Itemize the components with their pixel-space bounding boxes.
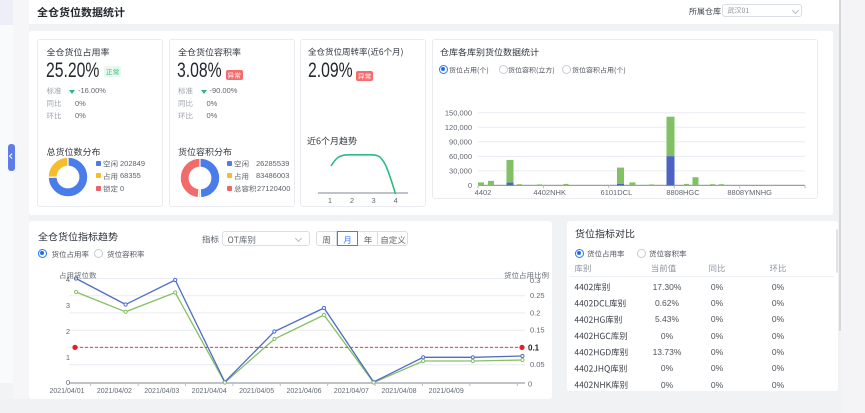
svg-text:0.25: 0.25 xyxy=(530,291,545,300)
svg-text:2021/04/04: 2021/04/04 xyxy=(192,388,227,395)
svg-text:2: 2 xyxy=(66,327,70,336)
svg-text:0: 0 xyxy=(66,378,70,387)
svg-text:2021/04/09: 2021/04/09 xyxy=(429,388,464,395)
svg-text:2021/04/05: 2021/04/05 xyxy=(239,388,274,395)
svg-text:3: 3 xyxy=(66,301,70,310)
svg-text:4402NHK: 4402NHK xyxy=(533,188,566,197)
svg-text:8808HGC: 8808HGC xyxy=(666,188,700,197)
svg-text:4: 4 xyxy=(66,275,70,284)
svg-text:150,000: 150,000 xyxy=(445,109,472,118)
svg-text:2021/04/06: 2021/04/06 xyxy=(286,388,321,395)
svg-text:0: 0 xyxy=(468,181,472,190)
svg-text:30,000: 30,000 xyxy=(449,167,472,176)
svg-text:90,000: 90,000 xyxy=(449,138,472,147)
svg-text:0: 0 xyxy=(528,380,532,389)
svg-text:0.3: 0.3 xyxy=(530,276,540,285)
svg-text:8808YMNHG: 8808YMNHG xyxy=(727,188,772,197)
svg-text:2021/04/08: 2021/04/08 xyxy=(381,388,416,395)
svg-text:60,000: 60,000 xyxy=(449,152,472,161)
svg-text:0.05: 0.05 xyxy=(530,360,545,369)
svg-text:1: 1 xyxy=(66,353,70,362)
svg-text:120,000: 120,000 xyxy=(445,123,472,132)
svg-text:2021/04/07: 2021/04/07 xyxy=(334,388,369,395)
svg-text:4402: 4402 xyxy=(475,188,492,197)
svg-text:0.2: 0.2 xyxy=(530,308,540,317)
svg-text:0.15: 0.15 xyxy=(530,326,545,335)
svg-text:6101DCL: 6101DCL xyxy=(601,188,633,197)
svg-text:2: 2 xyxy=(350,196,354,205)
svg-text:2021/04/03: 2021/04/03 xyxy=(144,388,179,395)
svg-text:4: 4 xyxy=(394,196,398,205)
svg-text:2021/04/01: 2021/04/01 xyxy=(49,388,84,395)
svg-text:0.1: 0.1 xyxy=(528,344,540,353)
svg-text:2021/04/02: 2021/04/02 xyxy=(97,388,132,395)
svg-text:1: 1 xyxy=(328,196,332,205)
svg-text:3: 3 xyxy=(372,196,376,205)
